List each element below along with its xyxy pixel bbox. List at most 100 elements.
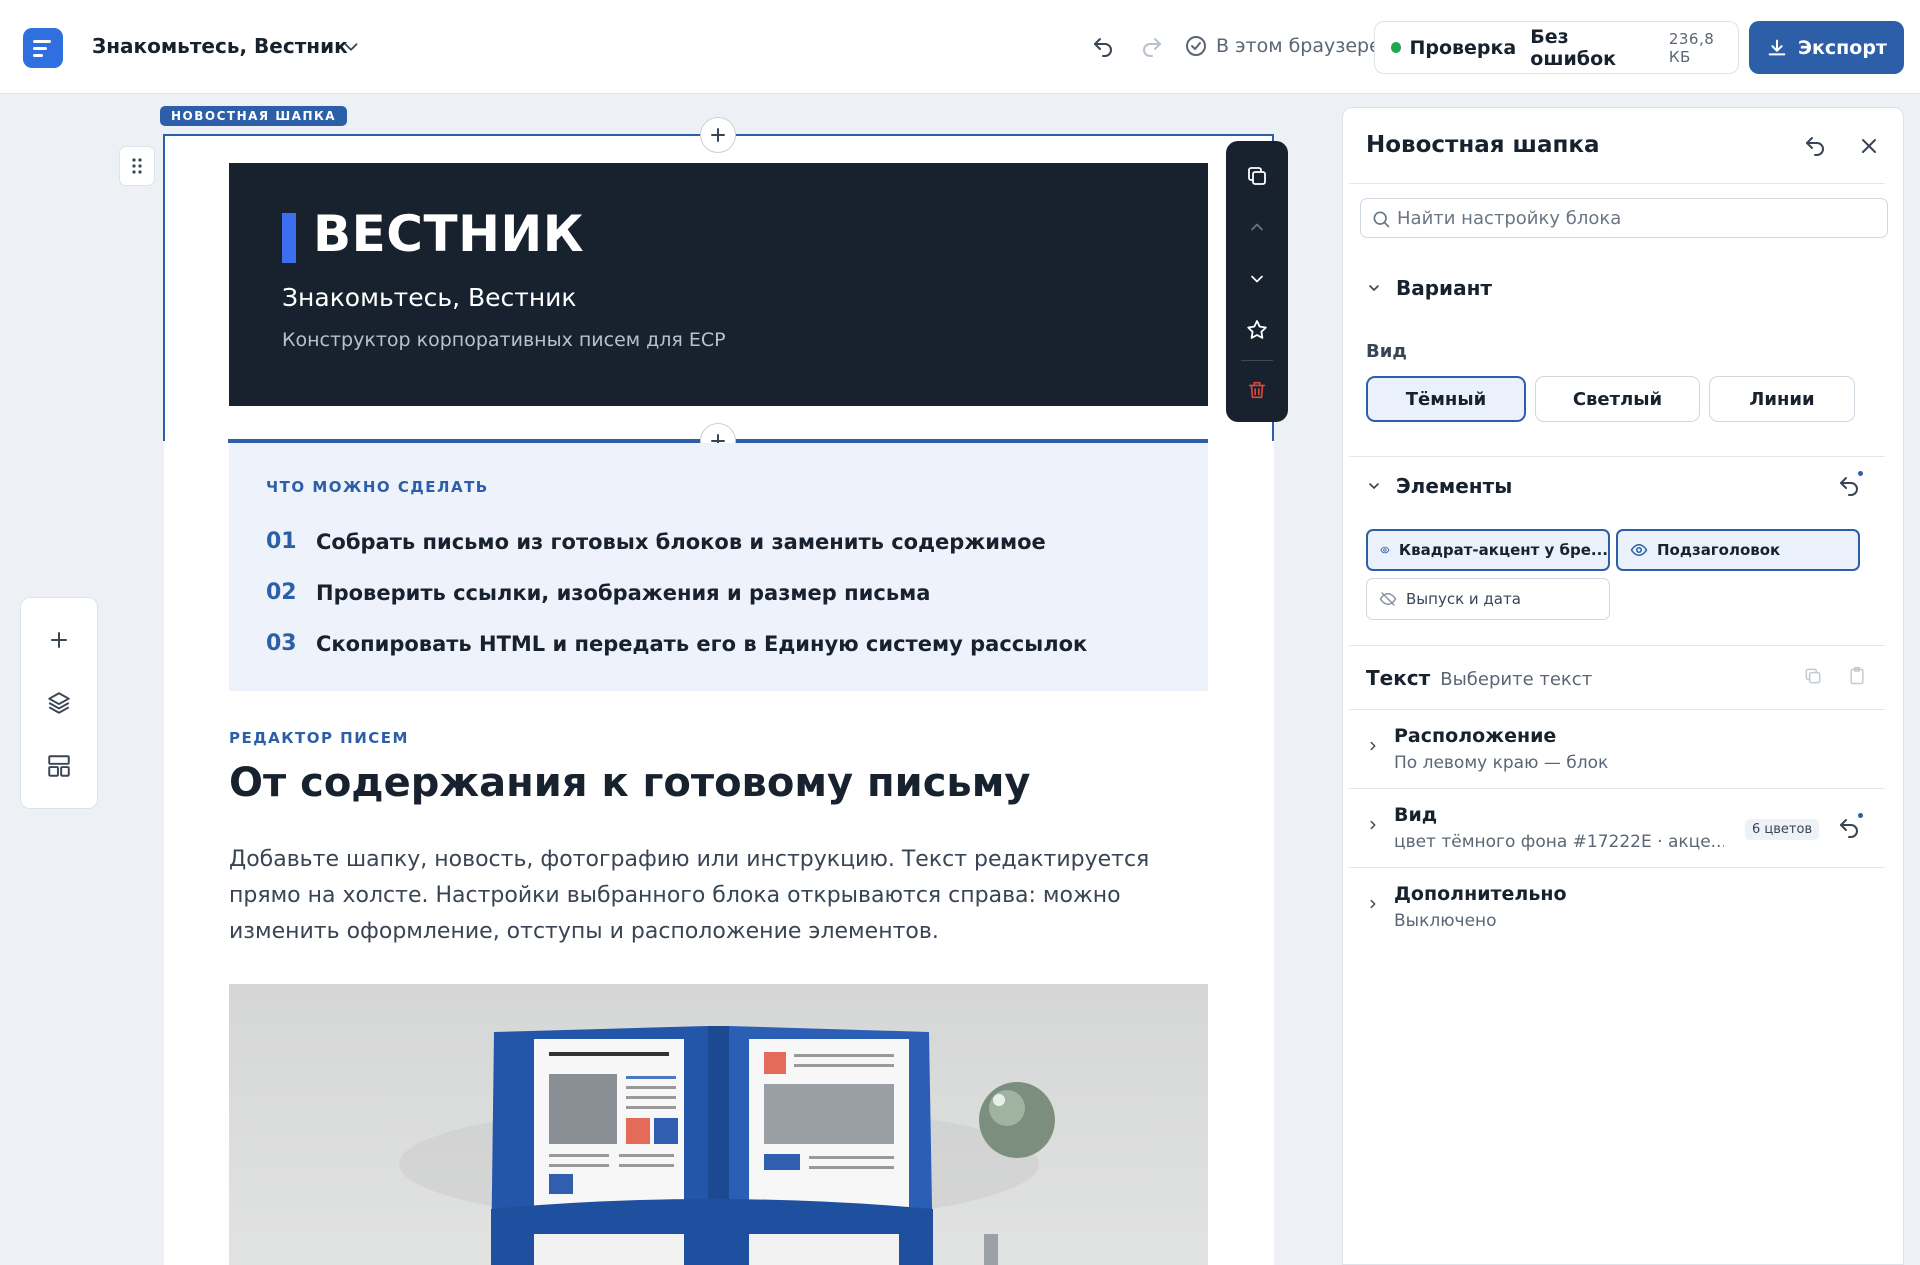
- article-title[interactable]: От содержания к готовому письму: [229, 760, 1030, 806]
- chevron-down-icon: [1369, 483, 1379, 489]
- layers-button[interactable]: [44, 688, 74, 718]
- left-toolbar: [20, 597, 98, 809]
- article-body[interactable]: Добавьте шапку, новость, фотографию или …: [229, 842, 1209, 950]
- export-button[interactable]: Экспорт: [1749, 21, 1904, 74]
- reset-view-icon[interactable]: [1837, 816, 1861, 840]
- chevron-down-icon[interactable]: [340, 36, 362, 58]
- news-header-block[interactable]: ВЕСТНИК Знакомьтесь, Вестник Конструктор…: [229, 163, 1208, 406]
- redo-icon[interactable]: [1140, 35, 1164, 59]
- star-icon: [1247, 320, 1267, 339]
- divider: [1349, 183, 1885, 184]
- layout-title: Расположение: [1394, 725, 1557, 747]
- hero-description[interactable]: Конструктор корпоративных писем для ЕСР: [282, 329, 726, 351]
- chevron-right-icon: [1370, 741, 1376, 751]
- steps-kicker[interactable]: ЧТО МОЖНО СДЕЛАТЬ: [266, 478, 1208, 496]
- block-settings-panel: Новостная шапка Найти настройку блока Ва…: [1342, 107, 1904, 1265]
- favorite-block-button[interactable]: [1237, 310, 1277, 349]
- selected-block-tag: НОВОСТНАЯ ШАПКА: [160, 106, 348, 126]
- folder-photo-illustration: [399, 1026, 1055, 1265]
- plus-icon: [51, 631, 67, 648]
- check-label: Проверка: [1409, 36, 1517, 59]
- move-up-button[interactable]: [1237, 207, 1277, 246]
- browser-status-label: В этом браузере: [1216, 35, 1381, 57]
- element-toggle-subtitle[interactable]: Подзаголовок: [1616, 529, 1860, 571]
- close-icon[interactable]: [1857, 134, 1881, 158]
- download-icon: [1768, 39, 1786, 55]
- chip-label: Подзаголовок: [1657, 541, 1781, 559]
- settings-search-input[interactable]: Найти настройку блока: [1360, 198, 1888, 238]
- article-kicker[interactable]: РЕДАКТОР ПИСЕМ: [229, 729, 409, 747]
- chevron-down-icon: [1369, 285, 1379, 291]
- layers-icon: [48, 692, 70, 714]
- paste-icon[interactable]: [1847, 666, 1867, 686]
- app-logo-icon[interactable]: [23, 28, 63, 68]
- chevron-up-icon: [1251, 223, 1263, 231]
- chevron-right-icon: [1370, 820, 1376, 830]
- section-variant[interactable]: Вариант: [1366, 276, 1492, 300]
- copy-icon[interactable]: [1803, 666, 1823, 686]
- search-placeholder: Найти настройку блока: [1397, 207, 1622, 229]
- element-toggle-accent-square[interactable]: Квадрат-акцент у бре...: [1366, 529, 1610, 571]
- validation-status[interactable]: Проверка Без ошибок 236,8 КБ: [1374, 21, 1739, 74]
- layout-icon: [48, 755, 70, 778]
- top-bar: Знакомьтесь, Вестник В этом браузере Про…: [0, 0, 1920, 94]
- save-location-status: В этом браузере: [1184, 34, 1381, 58]
- list-item[interactable]: 02 Проверить ссылки, изображения и разме…: [266, 567, 1208, 618]
- panel-title: Новостная шапка: [1366, 132, 1600, 158]
- view-value: цвет тёмного фона #17222E · акце...: [1394, 832, 1724, 852]
- delete-block-button[interactable]: [1237, 371, 1277, 410]
- steps-block[interactable]: ЧТО МОЖНО СДЕЛАТЬ 01 Собрать письмо из г…: [229, 443, 1208, 691]
- chevron-down-icon: [1251, 275, 1263, 282]
- hero-subtitle[interactable]: Знакомьтесь, Вестник: [282, 283, 577, 312]
- step-text[interactable]: Проверить ссылки, изображения и размер п…: [316, 581, 930, 605]
- reset-icon[interactable]: [1803, 134, 1827, 158]
- export-label: Экспорт: [1798, 36, 1887, 59]
- toolbar-divider: [1241, 359, 1273, 361]
- step-text[interactable]: Собрать письмо из готовых блоков и замен…: [316, 530, 1046, 554]
- variant-lines-option[interactable]: Линии: [1709, 376, 1855, 422]
- templates-button[interactable]: [44, 751, 74, 781]
- check-circle-icon: [1186, 36, 1206, 56]
- step-text[interactable]: Скопировать HTML и передать его в Единую…: [316, 632, 1087, 656]
- element-toggle-issue-date[interactable]: Выпуск и дата: [1366, 578, 1610, 620]
- search-icon: [1373, 211, 1390, 228]
- grip-icon: [132, 158, 142, 174]
- eye-off-icon: [1379, 592, 1397, 606]
- text-label: Текст: [1366, 666, 1431, 690]
- extra-title: Дополнительно: [1394, 883, 1567, 905]
- section-elements[interactable]: Элементы: [1366, 474, 1512, 498]
- hero-brand[interactable]: ВЕСТНИК: [313, 205, 584, 263]
- chip-label: Выпуск и дата: [1406, 590, 1521, 608]
- block-toolbar: [1226, 141, 1288, 422]
- trash-icon: [1248, 382, 1266, 399]
- reset-elements-icon[interactable]: [1837, 474, 1861, 498]
- view-title: Вид: [1394, 804, 1438, 826]
- document-title[interactable]: Знакомьтесь, Вестник: [92, 34, 348, 58]
- add-block-button[interactable]: [44, 625, 74, 655]
- chip-label: Квадрат-акцент у бре...: [1398, 541, 1608, 559]
- drag-handle[interactable]: [119, 146, 155, 186]
- divider: [1349, 788, 1885, 789]
- duplicate-block-button[interactable]: [1237, 156, 1277, 195]
- variant-dark-option[interactable]: Тёмный: [1366, 376, 1526, 422]
- status-ok-dot: [1391, 42, 1402, 53]
- move-down-button[interactable]: [1237, 259, 1277, 298]
- step-number: 02: [266, 580, 297, 605]
- list-item[interactable]: 01 Собрать письмо из готовых блоков и за…: [266, 516, 1208, 567]
- colors-count-badge: 6 цветов: [1745, 819, 1820, 840]
- divider: [1349, 645, 1885, 646]
- add-block-above-button[interactable]: [700, 117, 736, 153]
- list-item[interactable]: 03 Скопировать HTML и передать его в Еди…: [266, 618, 1208, 669]
- undo-icon[interactable]: [1091, 35, 1115, 59]
- eye-icon: [1630, 543, 1648, 557]
- eye-icon: [1380, 546, 1390, 554]
- divider: [1349, 709, 1885, 710]
- step-number: 01: [266, 529, 297, 554]
- text-selection-row: Текст Выберите текст: [1366, 666, 1592, 690]
- variant-light-option[interactable]: Светлый: [1535, 376, 1700, 422]
- photo-block[interactable]: [229, 984, 1208, 1265]
- email-size: 236,8 КБ: [1668, 29, 1715, 66]
- hero-accent-square: [282, 213, 296, 263]
- check-result: Без ошибок: [1530, 25, 1617, 70]
- divider: [1349, 456, 1885, 457]
